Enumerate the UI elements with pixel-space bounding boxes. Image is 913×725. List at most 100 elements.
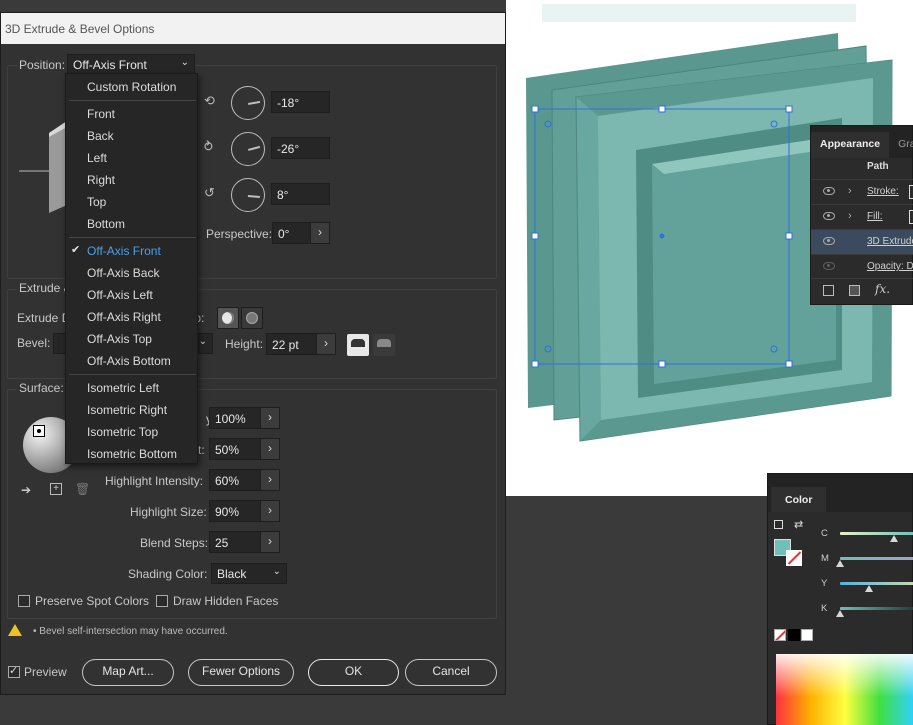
eye-icon[interactable] (823, 212, 835, 220)
stroke-none-swatch[interactable] (786, 550, 802, 566)
perspective-field[interactable]: 0° (272, 222, 311, 244)
menu-item-bottom[interactable]: Bottom (66, 213, 197, 235)
channel-c-thumb[interactable] (890, 535, 898, 542)
stroke-label[interactable]: Stroke: (867, 186, 899, 197)
white-color-button[interactable] (801, 629, 813, 641)
channel-k-slider[interactable] (840, 607, 913, 610)
bevel-out-button[interactable] (347, 334, 369, 356)
light-intensity-field[interactable]: 100% (209, 407, 261, 429)
move-light-back-icon[interactable]: ➔ (21, 483, 31, 497)
blend-steps-field[interactable]: 25 (209, 531, 261, 553)
ok-button[interactable]: OK (308, 659, 399, 686)
preview-checkbox[interactable] (8, 664, 20, 678)
light-source-handle[interactable] (33, 425, 45, 437)
highlight-intensity-slider-button[interactable]: › (260, 469, 280, 491)
x-rotation-dial[interactable] (231, 86, 265, 120)
preserve-spot-checkbox[interactable] (18, 595, 30, 607)
cap-off-button[interactable] (241, 307, 263, 329)
channel-m-thumb[interactable] (836, 560, 844, 567)
highlight-size-slider-button[interactable]: › (260, 500, 280, 522)
channel-y-slider[interactable] (840, 582, 913, 585)
delete-light-icon[interactable]: 🗑 (75, 482, 90, 496)
fewer-options-button[interactable]: Fewer Options (188, 659, 294, 686)
menu-item-off-axis-right[interactable]: Off-Axis Right (66, 306, 197, 328)
perspective-slider-button[interactable]: › (310, 222, 330, 244)
black-color-button[interactable] (788, 629, 800, 641)
preserve-spot-label[interactable]: Preserve Spot Colors (35, 594, 149, 608)
bevel-in-button[interactable] (373, 334, 395, 356)
channel-y-thumb[interactable] (865, 585, 873, 592)
height-slider-button[interactable]: › (316, 333, 336, 355)
preview-label[interactable]: Preview (24, 665, 67, 679)
perspective-label: Perspective: (206, 227, 273, 241)
cap-off-icon (246, 312, 258, 324)
channel-k-thumb[interactable] (836, 610, 844, 617)
color-spectrum[interactable] (776, 654, 913, 725)
z-rotation-dial[interactable] (231, 178, 265, 212)
swap-colors-icon[interactable]: ⇄ (794, 518, 803, 531)
3d-extrude-label[interactable]: 3D Extrude (867, 236, 913, 247)
chevron-right-icon[interactable]: › (848, 210, 852, 222)
highlight-size-field[interactable]: 90% (209, 500, 261, 522)
menu-item-off-axis-left[interactable]: Off-Axis Left (66, 284, 197, 306)
menu-item-off-axis-back[interactable]: Off-Axis Back (66, 262, 197, 284)
z-rotation-field[interactable]: 8° (271, 183, 330, 205)
menu-item-off-axis-bottom[interactable]: Off-Axis Bottom (66, 350, 197, 372)
highlight-intensity-field[interactable]: 60% (209, 469, 261, 491)
menu-item-left[interactable]: Left (66, 147, 197, 169)
channel-m-slider[interactable] (840, 557, 913, 560)
light-intensity-slider-button[interactable]: › (260, 407, 280, 429)
menu-item-off-axis-top[interactable]: Off-Axis Top (66, 328, 197, 350)
default-colors-icon[interactable] (774, 520, 783, 529)
menu-item-off-axis-front[interactable]: ✔ Off-Axis Front (66, 240, 197, 262)
blend-steps-slider-button[interactable]: › (260, 531, 280, 553)
dialog-title[interactable]: 3D Extrude & Bevel Options (1, 13, 505, 44)
draw-hidden-checkbox[interactable] (156, 595, 168, 607)
menu-item-isometric-left[interactable]: Isometric Left (66, 377, 197, 399)
shading-color-dropdown[interactable]: Black ⌄ (211, 563, 287, 584)
menu-item-front[interactable]: Front (66, 103, 197, 125)
new-light-icon[interactable]: + (50, 483, 62, 495)
tab-color[interactable]: Color (771, 487, 826, 512)
add-fill-icon[interactable] (849, 285, 860, 296)
cap-on-button[interactable] (217, 307, 239, 329)
menu-item-isometric-bottom[interactable]: Isometric Bottom (66, 443, 197, 465)
add-stroke-icon[interactable] (823, 285, 834, 296)
fill-swatch[interactable] (909, 210, 913, 224)
appearance-footer: fx. (811, 278, 913, 305)
menu-item-top[interactable]: Top (66, 191, 197, 213)
x-rotation-field[interactable]: -18° (271, 91, 330, 113)
position-dropdown[interactable]: Off-Axis Front ⌄ (67, 54, 195, 75)
eye-icon[interactable] (823, 262, 835, 270)
tab-graphic-styles[interactable]: Grap (889, 132, 913, 158)
appearance-row-opacity[interactable]: Opacity: D (811, 254, 913, 279)
eye-icon[interactable] (823, 187, 835, 195)
none-color-button[interactable] (774, 629, 786, 641)
menu-item-custom-rotation[interactable]: Custom Rotation (66, 76, 197, 98)
height-field[interactable]: 22 pt (266, 333, 317, 355)
map-art-button[interactable]: Map Art... (82, 659, 174, 686)
chevron-right-icon[interactable]: › (848, 185, 852, 197)
channel-c-slider[interactable] (840, 532, 913, 535)
y-rotation-dial[interactable] (231, 132, 265, 166)
eye-icon[interactable] (823, 237, 835, 245)
fx-icon[interactable]: fx. (875, 282, 890, 296)
ambient-light-slider-button[interactable]: › (260, 438, 280, 460)
rotation-cube-preview[interactable] (19, 113, 67, 223)
tab-appearance[interactable]: Appearance (811, 132, 890, 158)
appearance-row-3d-extrude[interactable]: 3D Extrude (811, 229, 913, 254)
menu-item-isometric-top[interactable]: Isometric Top (66, 421, 197, 443)
fill-label[interactable]: Fill: (867, 211, 883, 222)
appearance-row-fill[interactable]: › Fill: (811, 204, 913, 229)
y-rotation-field[interactable]: -26° (271, 137, 330, 159)
appearance-row-stroke[interactable]: › Stroke: (811, 179, 913, 204)
draw-hidden-label[interactable]: Draw Hidden Faces (173, 594, 278, 608)
menu-item-right[interactable]: Right (66, 169, 197, 191)
opacity-label[interactable]: Opacity: D (867, 261, 913, 272)
menu-item-back[interactable]: Back (66, 125, 197, 147)
ambient-light-field[interactable]: 50% (209, 438, 261, 460)
cancel-button[interactable]: Cancel (405, 659, 497, 686)
appearance-panel: Appearance Grap Path › Stroke: › Fill: 3… (810, 125, 913, 305)
menu-item-isometric-right[interactable]: Isometric Right (66, 399, 197, 421)
stroke-swatch[interactable] (909, 185, 913, 199)
